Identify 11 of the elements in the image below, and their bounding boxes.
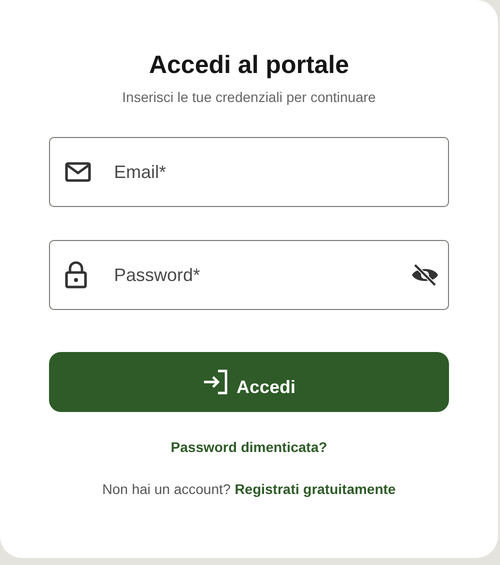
- signup-link[interactable]: Registrati gratuitamente: [234, 481, 396, 497]
- email-field[interactable]: Email*: [49, 137, 449, 207]
- eye-off-icon[interactable]: [411, 263, 439, 287]
- mail-icon: [65, 162, 91, 182]
- signup-prompt: Non hai un account?: [102, 481, 231, 497]
- password-field[interactable]: Password*: [49, 240, 449, 310]
- lock-icon: [65, 262, 87, 288]
- page-title: Accedi al portale: [148, 50, 350, 80]
- forgot-password-link[interactable]: Password dimenticata?: [170, 439, 328, 455]
- login-button[interactable]: Accedi: [49, 352, 449, 412]
- subtitle: Inserisci le tue credenziali per continuare: [122, 88, 376, 106]
